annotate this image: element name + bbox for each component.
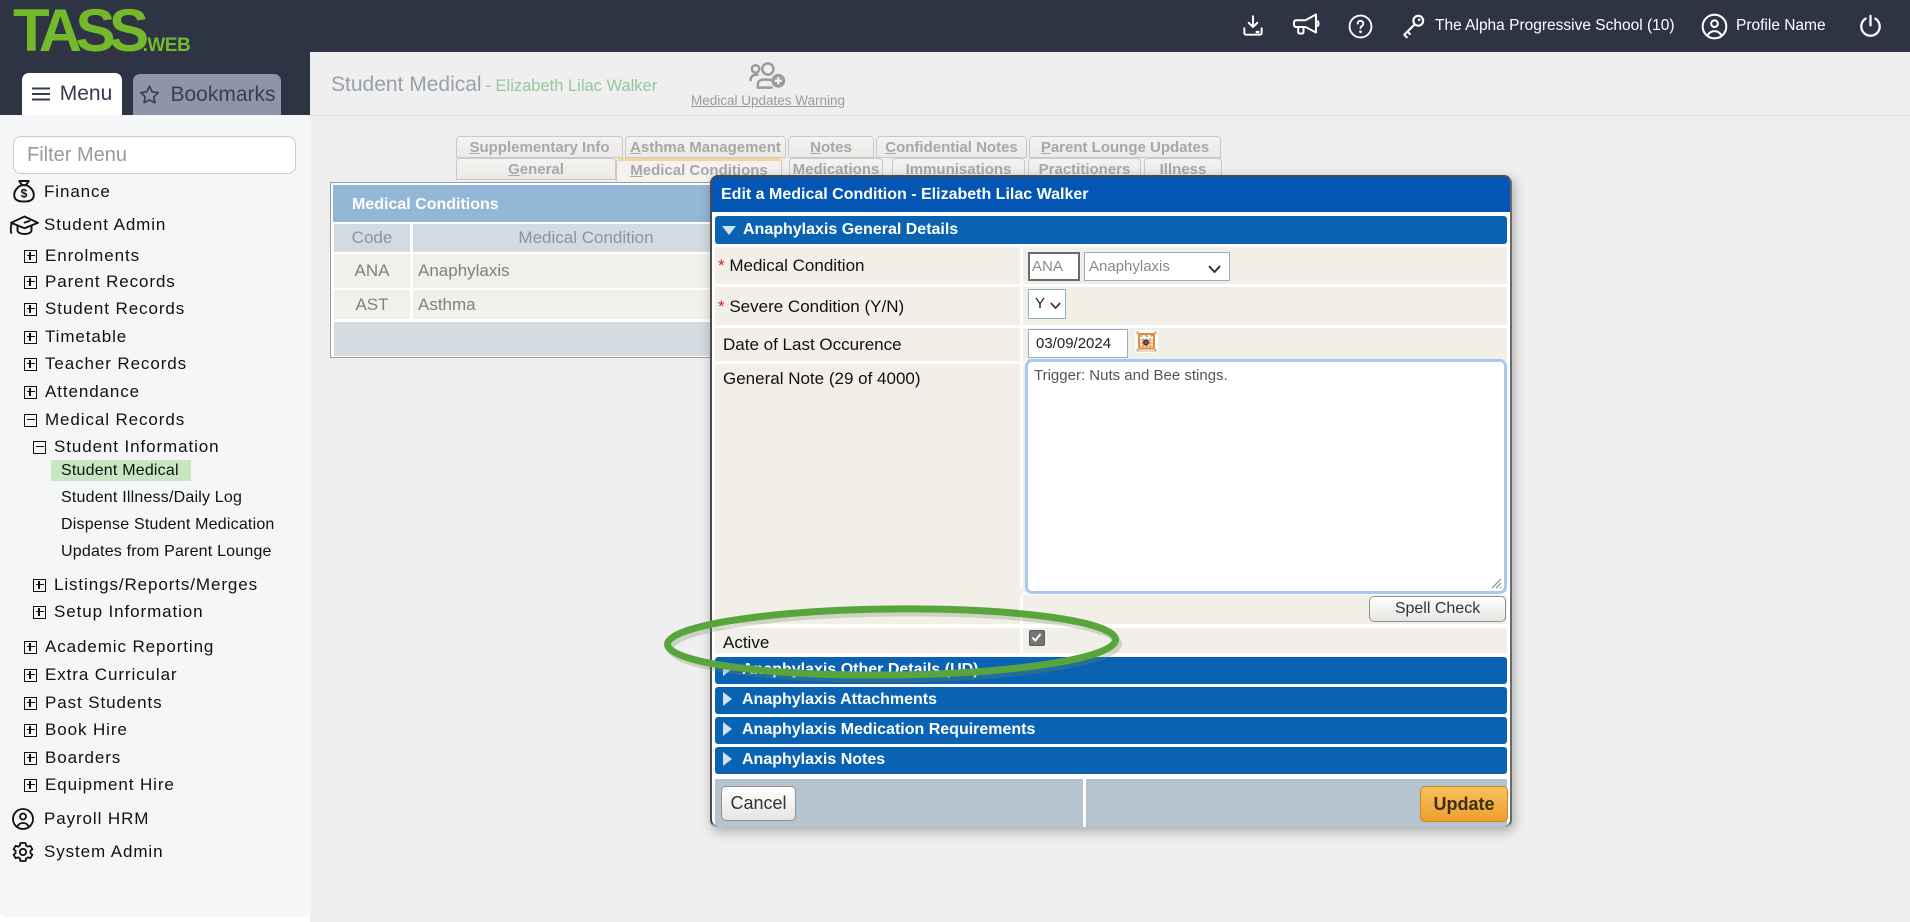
svg-text:$: $ xyxy=(21,187,28,201)
